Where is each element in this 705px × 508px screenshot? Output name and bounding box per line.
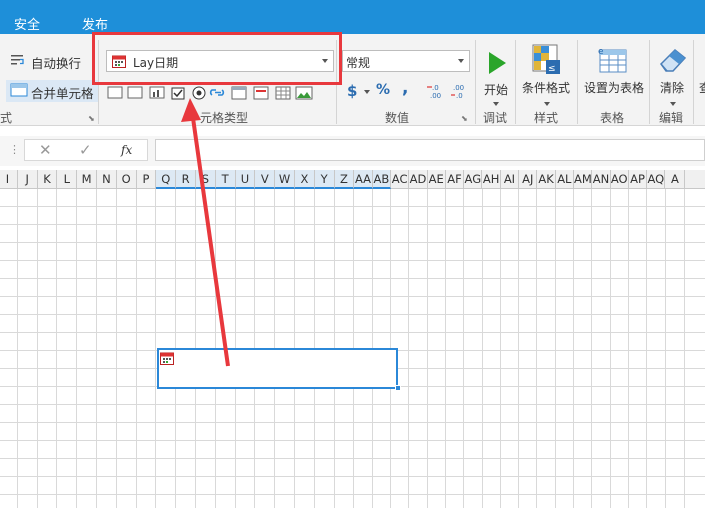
- annotation-arrow: [181, 98, 230, 367]
